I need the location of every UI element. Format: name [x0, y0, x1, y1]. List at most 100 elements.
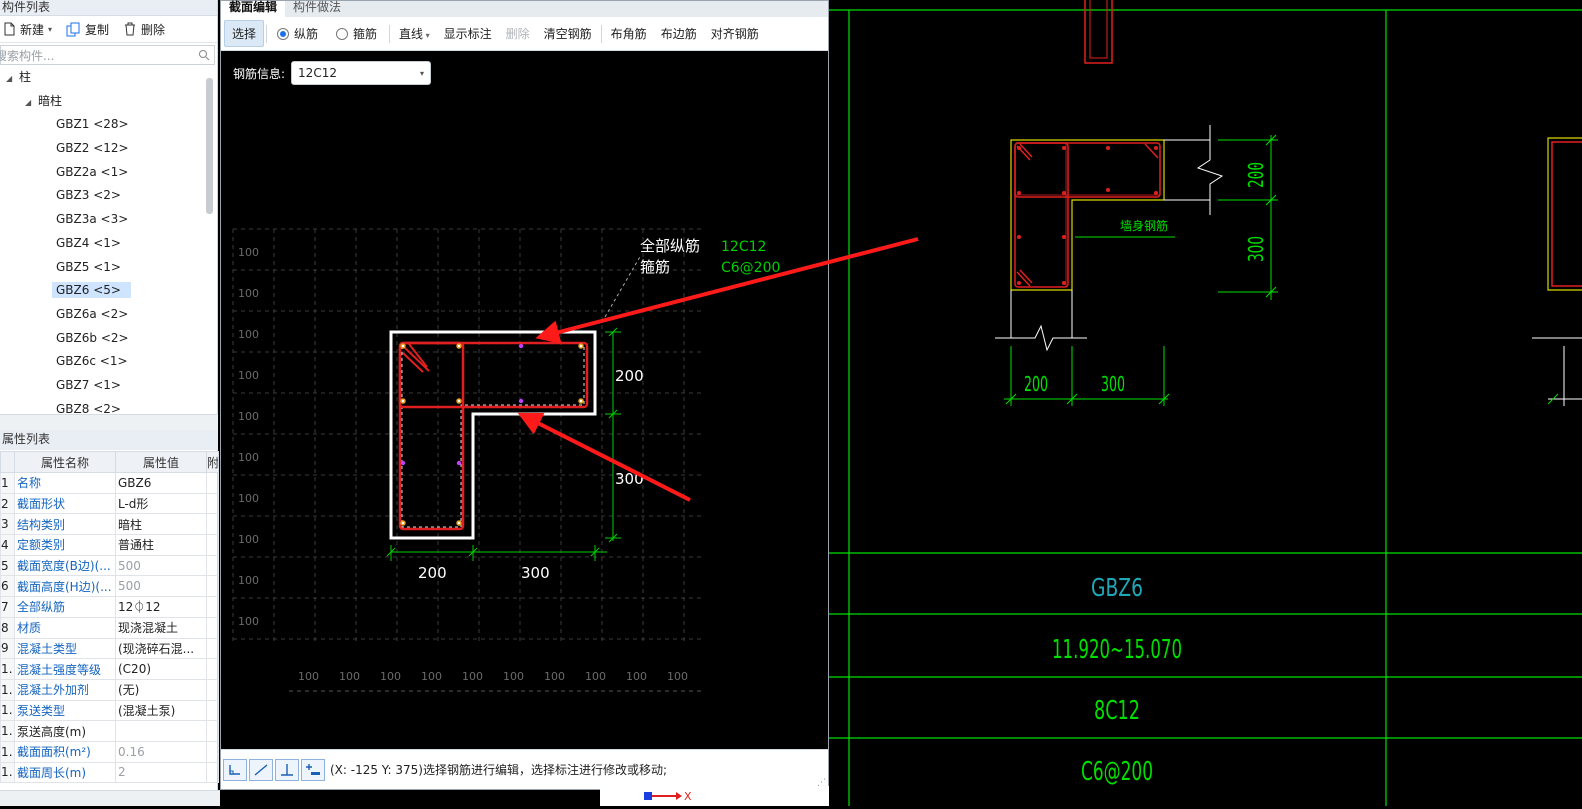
annotation-value-stirrup[interactable]: C6@200 [721, 260, 780, 276]
property-row[interactable]: 14截面面积(m²)0.16 [0, 740, 219, 763]
cad-drawing[interactable]: 墙身钢筋 200 300 200 300 GBZ6 11.920~15.070 … [829, 0, 1582, 806]
property-value[interactable]: (无) [115, 678, 207, 701]
col-header-extra[interactable]: 附 [206, 451, 219, 473]
property-row[interactable]: 9 混凝土类型 (现浇碎石混... [0, 637, 219, 660]
chevron-down-icon[interactable]: ▾ [48, 25, 52, 34]
radio-longitudinal[interactable]: 纵筋 [269, 25, 328, 42]
tree-item[interactable]: GBZ6b <2> [0, 327, 216, 351]
col-header-name[interactable]: 属性名称 [14, 451, 116, 473]
property-value[interactable]: (C20) [115, 658, 207, 680]
property-row[interactable]: 11混凝土外加剂(无) [0, 678, 219, 701]
property-extra[interactable] [206, 678, 219, 701]
property-extra[interactable] [206, 554, 219, 577]
property-row[interactable]: 13泵送高度(m) [0, 720, 219, 742]
property-value[interactable]: 500 [115, 554, 207, 577]
stirrup-horizontal[interactable] [398, 341, 589, 409]
tree-item[interactable]: GBZ2a <1> [0, 161, 216, 185]
select-button[interactable]: 选择 [224, 20, 265, 47]
tree-node-hidden-column[interactable]: ◢ 暗柱 [0, 90, 216, 114]
dim-300-horizontal[interactable]: 300 [521, 564, 550, 582]
property-row[interactable]: 1 名称 GBZ6 [0, 472, 219, 494]
delete-rebar-button[interactable]: 删除 [499, 21, 537, 46]
property-value[interactable]: 12⏀12 [115, 596, 207, 618]
show-dimension-button[interactable]: 显示标注 [437, 21, 499, 46]
property-row[interactable]: 12泵送类型(混凝土泵) [0, 699, 219, 722]
property-extra[interactable] [206, 534, 219, 556]
line-tool-button[interactable] [249, 758, 273, 781]
property-row[interactable]: 3 结构类别 暗柱 [0, 513, 219, 536]
property-row[interactable]: 4 定额类别 普通柱 [0, 534, 219, 556]
radio-stirrup[interactable]: 箍筋 [328, 25, 387, 42]
tree-item[interactable]: GBZ5 <1> [0, 256, 216, 280]
property-value[interactable]: (现浇碎石混... [115, 637, 207, 660]
property-extra[interactable] [206, 513, 219, 536]
property-row[interactable]: 5 截面宽度(B边)(... 500 [0, 554, 219, 577]
cad-drawing-area[interactable]: 墙身钢筋 200 300 200 300 GBZ6 11.920~15.070 … [829, 0, 1582, 806]
new-button[interactable]: 新建 ▾ [2, 21, 52, 38]
tab-component-method[interactable]: 构件做法 [285, 1, 349, 17]
annotation-value-long[interactable]: 12C12 [721, 239, 766, 255]
property-value[interactable]: 现浇混凝土 [115, 616, 207, 639]
property-row[interactable]: 8 材质 现浇混凝土 [0, 616, 219, 639]
property-extra[interactable] [206, 596, 219, 618]
delete-button[interactable]: 删除 [123, 21, 165, 38]
tree-item[interactable]: GBZ6 <5> [0, 279, 216, 303]
dim-200-vertical[interactable]: 200 [615, 367, 644, 385]
tree-scrollbar[interactable] [206, 78, 213, 214]
edge-rebar-button[interactable]: 布边筋 [654, 21, 704, 46]
property-value[interactable] [115, 720, 207, 742]
tree-item[interactable]: GBZ2 <12> [0, 137, 216, 161]
tree-item[interactable]: GBZ6a <2> [0, 303, 216, 327]
dimension-tool-button[interactable] [301, 758, 325, 781]
property-value[interactable]: 普通柱 [115, 534, 207, 556]
tree-item[interactable]: GBZ3a <3> [0, 208, 216, 232]
dim-300-vertical[interactable]: 300 [615, 470, 644, 488]
property-value[interactable]: (混凝土泵) [115, 699, 207, 722]
property-value[interactable]: 500 [115, 575, 207, 598]
line-dropdown[interactable]: 直线 ▾ [392, 21, 437, 46]
caret-down-icon[interactable]: ◢ [25, 98, 31, 107]
property-extra[interactable] [206, 761, 219, 784]
search-input[interactable]: 搜索构件... [0, 45, 215, 65]
property-row[interactable]: 2 截面形状 L-d形 [0, 492, 219, 515]
tree-item[interactable]: GBZ8 <2> [0, 398, 216, 414]
caret-down-icon[interactable]: ◢ [6, 74, 12, 83]
property-value[interactable]: L-d形 [115, 492, 207, 515]
align-rebar-button[interactable]: 对齐钢筋 [704, 21, 766, 46]
dim-200-horizontal[interactable]: 200 [418, 564, 447, 582]
property-row[interactable]: 7 全部纵筋 12⏀12 [0, 596, 219, 618]
property-extra[interactable] [206, 492, 219, 515]
tree-item[interactable]: GBZ7 <1> [0, 374, 216, 398]
property-extra[interactable] [206, 699, 219, 722]
property-value[interactable]: GBZ6 [115, 472, 207, 494]
corner-rebar-button[interactable]: 布角筋 [604, 21, 654, 46]
property-extra[interactable] [206, 575, 219, 598]
property-row[interactable]: 10混凝土强度等级(C20) [0, 658, 219, 680]
bottom-scrollbar[interactable] [0, 790, 220, 806]
property-extra[interactable] [206, 720, 219, 742]
property-extra[interactable] [206, 637, 219, 660]
clear-rebar-button[interactable]: 清空钢筋 [537, 21, 599, 46]
perpendicular-tool-button[interactable] [275, 758, 299, 781]
tree-node-column[interactable]: ◢ 柱 [0, 66, 216, 90]
property-value[interactable]: 2 [115, 761, 207, 784]
section-canvas[interactable]: 100100100100100100100100100100 100 100 100… [221, 51, 828, 749]
property-extra[interactable] [206, 472, 219, 494]
copy-button[interactable]: 复制 [66, 21, 109, 38]
property-row[interactable]: 6 截面高度(H边)(... 500 [0, 575, 219, 598]
property-value[interactable]: 0.16 [115, 740, 207, 763]
property-extra[interactable] [206, 658, 219, 680]
stirrup-vertical[interactable] [398, 341, 465, 531]
panel-splitter[interactable] [0, 414, 218, 430]
col-header-value[interactable]: 属性值 [115, 451, 207, 473]
tree-item[interactable]: GBZ3 <2> [0, 184, 216, 208]
annotation-label-stirrup[interactable]: 箍筋 [640, 258, 670, 276]
property-extra[interactable] [206, 616, 219, 639]
tab-section-edit[interactable]: 截面编辑 [221, 1, 286, 17]
annotation-label-long[interactable]: 全部纵筋 [640, 237, 700, 255]
tree-item[interactable]: GBZ6c <1> [0, 350, 216, 374]
tree-item[interactable]: GBZ4 <1> [0, 232, 216, 256]
search-icon[interactable] [198, 49, 210, 61]
tree-item[interactable]: GBZ1 <28> [0, 113, 216, 137]
property-value[interactable]: 暗柱 [115, 513, 207, 536]
